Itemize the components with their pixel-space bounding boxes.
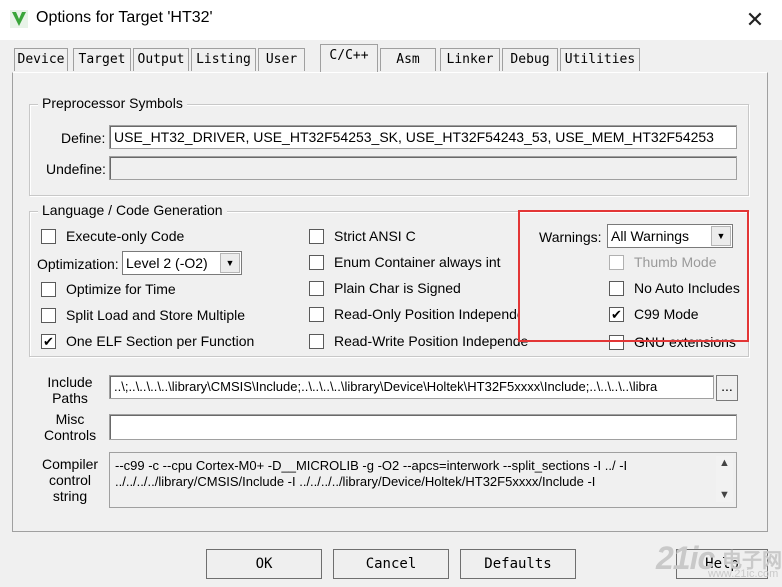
check-icon[interactable]: ✔ (41, 333, 56, 349)
strict-ansi-label: Strict ANSI C (334, 228, 416, 244)
tab-debug[interactable]: Debug (502, 48, 558, 71)
watermark-logo: 21ic 电子网 www.21ic.com (650, 540, 782, 587)
enum-int-label: Enum Container always int (334, 254, 501, 270)
misc-controls-label: Misc Controls (44, 411, 97, 443)
ro-pi-checkbox[interactable]: Read-Only Position Independent (309, 305, 519, 323)
plain-char-checkbox[interactable]: Plain Char is Signed (309, 279, 461, 297)
chevron-down-icon[interactable]: ▼ (220, 253, 240, 273)
misc-controls-input[interactable] (109, 414, 737, 440)
tab-output[interactable]: Output (133, 48, 189, 71)
window-title: Options for Target 'HT32' (36, 9, 213, 26)
define-label: Define: (61, 130, 106, 146)
tab-listing[interactable]: Listing (191, 48, 256, 71)
close-icon[interactable]: ✕ (738, 6, 772, 34)
execute-only-box[interactable] (41, 228, 56, 244)
rw-pi-label: Read-Write Position Independent (334, 333, 529, 349)
ro-pi-box[interactable] (309, 306, 324, 322)
optimization-select[interactable]: Level 2 (-O2) ▼ (122, 251, 242, 275)
compiler-control-scrollbar[interactable]: ▲ ▼ (716, 456, 733, 502)
execute-only-checkbox[interactable]: Execute-only Code (41, 227, 184, 245)
tab-linker[interactable]: Linker (440, 48, 500, 71)
rw-pi-box[interactable] (309, 333, 324, 349)
optimize-time-checkbox[interactable]: Optimize for Time (41, 280, 176, 298)
browse-include-button[interactable]: ... (716, 375, 738, 401)
undefine-input[interactable] (109, 156, 737, 180)
ok-button[interactable]: OK (206, 549, 322, 579)
optimization-value: Level 2 (-O2) (126, 255, 208, 271)
strict-ansi-checkbox[interactable]: Strict ANSI C (309, 227, 416, 245)
watermark-big: 21ic (656, 540, 715, 576)
chevron-up-icon[interactable]: ▲ (716, 456, 733, 470)
define-input[interactable]: USE_HT32_DRIVER, USE_HT32F54253_SK, USE_… (109, 125, 737, 149)
cancel-button[interactable]: Cancel (333, 549, 449, 579)
highlight-box (518, 210, 749, 342)
include-paths-label: Include Paths (47, 374, 93, 406)
enum-int-checkbox[interactable]: Enum Container always int (309, 253, 501, 271)
preprocessor-group-label: Preprocessor Symbols (38, 95, 187, 111)
watermark-small: www.21ic.com (708, 568, 779, 580)
split-load-box[interactable] (41, 307, 56, 323)
tab-utilities[interactable]: Utilities (560, 48, 640, 71)
one-elf-label: One ELF Section per Function (66, 333, 255, 349)
tab-user[interactable]: User (258, 48, 305, 71)
compiler-control-box[interactable]: --c99 -c --cpu Cortex-M0+ -D__MICROLIB -… (109, 452, 737, 508)
enum-int-box[interactable] (309, 254, 324, 270)
tab-asm[interactable]: Asm (380, 48, 436, 71)
compiler-control-label: Compiler control string (42, 456, 99, 504)
strict-ansi-box[interactable] (309, 228, 324, 244)
chevron-down-icon[interactable]: ▼ (716, 488, 733, 502)
preprocessor-group (29, 104, 749, 196)
undefine-label: Undefine: (46, 161, 106, 177)
execute-only-label: Execute-only Code (66, 228, 185, 244)
plain-char-label: Plain Char is Signed (334, 280, 461, 296)
one-elf-checkbox[interactable]: ✔ One ELF Section per Function (41, 332, 254, 350)
split-load-label: Split Load and Store Multiple (66, 307, 245, 323)
tab-target[interactable]: Target (73, 48, 131, 71)
include-paths-input[interactable]: ..\;..\..\..\..\library\CMSIS\Include;..… (109, 375, 714, 399)
plain-char-box[interactable] (309, 280, 324, 296)
tab-c-cpp[interactable]: C/C++ (320, 44, 378, 72)
rw-pi-checkbox[interactable]: Read-Write Position Independent (309, 332, 529, 350)
split-load-checkbox[interactable]: Split Load and Store Multiple (41, 306, 245, 324)
compiler-control-line2: ../../../../library/CMSIS/Include -I ../… (115, 474, 596, 489)
optimize-time-box[interactable] (41, 281, 56, 297)
defaults-button[interactable]: Defaults (460, 549, 576, 579)
ro-pi-label: Read-Only Position Independent (334, 306, 519, 322)
optimize-time-label: Optimize for Time (66, 281, 176, 297)
compiler-control-line1: --c99 -c --cpu Cortex-M0+ -D__MICROLIB -… (115, 458, 628, 473)
tab-strip: Device Target Output Listing User C/C++ … (14, 44, 654, 72)
keil-app-icon (10, 10, 28, 28)
language-group-label: Language / Code Generation (38, 202, 227, 218)
optimization-label: Optimization: (37, 256, 119, 272)
tab-device[interactable]: Device (14, 48, 68, 71)
